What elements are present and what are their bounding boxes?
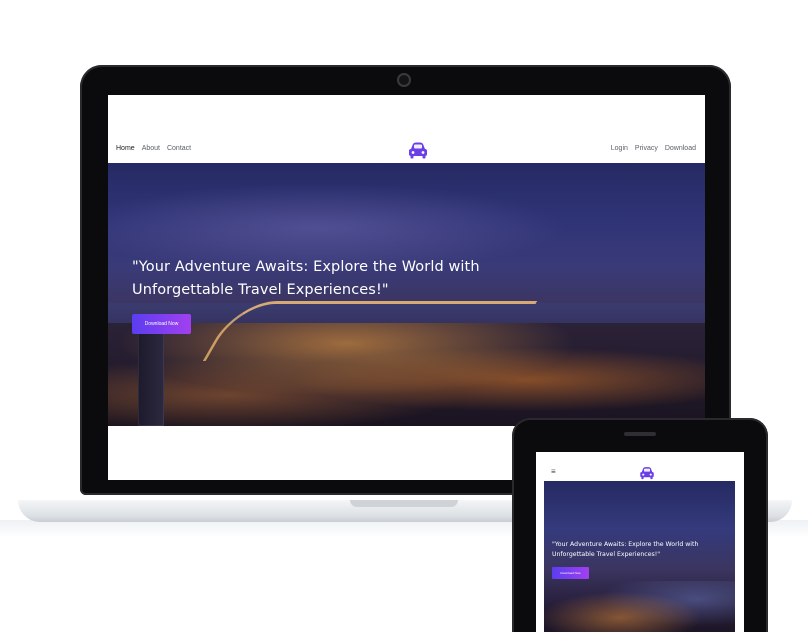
download-now-button[interactable]: Download Now xyxy=(132,314,191,334)
desktop-navbar: Home About Contact Login Privacy Downloa… xyxy=(108,139,705,163)
laptop-notch xyxy=(350,500,458,507)
mobile-hero-banner: "Your Adventure Awaits: Explore the Worl… xyxy=(544,481,735,632)
hero-banner: "Your Adventure Awaits: Explore the Worl… xyxy=(108,163,705,426)
nav-link-about[interactable]: About xyxy=(142,145,160,152)
nav-link-privacy[interactable]: Privacy xyxy=(635,145,658,152)
mobile-download-now-button[interactable]: Download Now xyxy=(552,567,589,579)
nav-link-home[interactable]: Home xyxy=(116,145,135,152)
nav-link-download[interactable]: Download xyxy=(665,145,696,152)
hero-title: "Your Adventure Awaits: Explore the Worl… xyxy=(132,259,480,298)
car-icon[interactable] xyxy=(406,141,430,161)
nav-link-login[interactable]: Login xyxy=(611,145,628,152)
hamburger-icon[interactable]: ≡ xyxy=(551,467,556,476)
tablet-speaker xyxy=(624,432,656,436)
hero-bridge xyxy=(202,301,538,361)
camera-icon xyxy=(397,73,411,87)
hero-tower xyxy=(138,333,164,426)
mobile-hero-title: "Your Adventure Awaits: Explore the Worl… xyxy=(552,541,699,558)
mobile-screen: ≡ "Your Adventure Awaits: Explore the Wo… xyxy=(536,452,744,632)
nav-left-links: Home About Contact xyxy=(116,145,191,152)
nav-right-links: Login Privacy Download xyxy=(611,145,696,152)
car-icon[interactable] xyxy=(638,466,656,481)
nav-link-contact[interactable]: Contact xyxy=(167,145,191,152)
mobile-hero-cityscape xyxy=(544,581,735,632)
